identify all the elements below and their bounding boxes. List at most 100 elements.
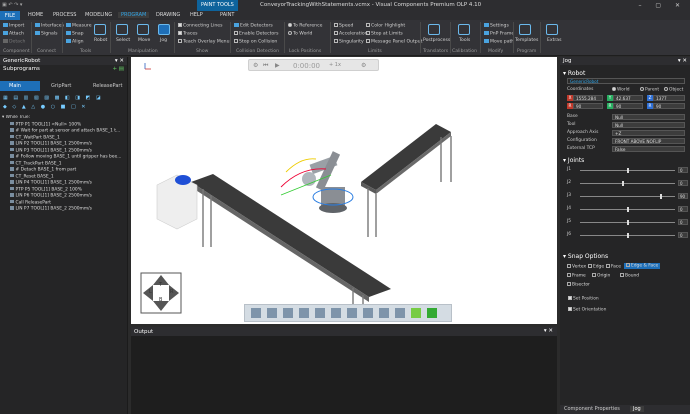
snap-edge-and-face[interactable]: Edge & Face <box>624 263 661 269</box>
compass-right[interactable]: R <box>170 289 173 295</box>
joint-value-field[interactable]: 0 <box>678 167 688 173</box>
tab-jog[interactable]: Jog <box>630 406 644 412</box>
menu-modeling[interactable]: MODELING <box>85 12 112 18</box>
approach-axis-select[interactable]: +Z <box>612 130 685 136</box>
menu-home[interactable]: HOME <box>28 12 43 18</box>
interfaces-button[interactable]: Interfaces <box>35 23 64 29</box>
robot-icon[interactable] <box>94 24 106 35</box>
slider-handle[interactable] <box>626 233 629 238</box>
grid-icon[interactable] <box>395 308 405 318</box>
statement-toolbar[interactable]: ▦ ▤ ▥ ▧ ▨ ▩ ◧ ◨ ◩ ◪ <box>3 95 103 101</box>
snap-origin[interactable]: Origin <box>592 273 610 279</box>
robot-button[interactable]: Robot <box>94 38 107 43</box>
extras-icon[interactable] <box>546 24 558 35</box>
color-highlight-checkbox[interactable]: Color Highlight <box>366 23 405 29</box>
snap-icon[interactable] <box>331 308 341 318</box>
joint-value-field[interactable]: 0 <box>678 219 688 225</box>
joint-slider[interactable] <box>580 194 675 199</box>
object-radio[interactable]: Object <box>664 87 683 93</box>
arc-icon[interactable] <box>251 308 261 318</box>
slider-handle[interactable] <box>626 168 629 173</box>
jog-button[interactable]: Jog <box>160 38 167 43</box>
edit-detectors-button[interactable]: Edit Detectors <box>234 23 273 29</box>
extras-button[interactable]: Extras <box>547 38 562 43</box>
joint-slider[interactable] <box>580 168 675 173</box>
move-icon[interactable] <box>283 308 293 318</box>
to-reference-radio[interactable]: To Reference <box>288 23 322 29</box>
menu-file[interactable]: FILE <box>0 11 20 20</box>
connecting-lines-checkbox[interactable]: Connecting Lines <box>178 23 223 29</box>
align-icon[interactable] <box>347 308 357 318</box>
configuration-select[interactable]: FRONT ABOVE NOFLIP <box>612 138 685 144</box>
tab-component-properties[interactable]: Component Properties <box>564 406 620 412</box>
enable-detectors-checkbox[interactable]: Enable Detectors <box>234 31 279 37</box>
menu-program[interactable]: PROGRAM <box>118 12 150 18</box>
snap-bisector[interactable]: Bisector <box>567 282 590 288</box>
joint-value-field[interactable]: 0 <box>678 206 688 212</box>
rx-field[interactable]: 90 <box>573 103 603 109</box>
compass-bottom[interactable]: B <box>159 297 162 303</box>
joint-value-field[interactable]: 0 <box>678 232 688 238</box>
import-button[interactable]: Import <box>3 23 24 29</box>
snap-frame[interactable]: Frame <box>567 273 586 279</box>
templates-icon[interactable] <box>519 24 531 35</box>
snap-face[interactable]: Face <box>606 264 621 270</box>
link-icon[interactable] <box>363 308 373 318</box>
tools-button[interactable]: Tools <box>459 38 470 43</box>
templates-button[interactable]: Templates <box>515 38 538 43</box>
tab-main[interactable]: Main <box>0 81 40 91</box>
move-path-button[interactable]: Move path <box>484 39 514 45</box>
singularity-checkbox[interactable]: Singularity <box>334 39 364 45</box>
joint-slider[interactable] <box>580 220 675 225</box>
joint-slider[interactable] <box>580 233 675 238</box>
robot-section-title[interactable]: ▾ Robot <box>563 70 585 77</box>
move-icon[interactable] <box>137 24 149 35</box>
menu-paint[interactable]: PAINT <box>220 12 234 18</box>
joint-slider[interactable] <box>580 181 675 186</box>
tab-grippart[interactable]: GripPart <box>42 81 82 91</box>
slider-handle[interactable] <box>626 207 629 212</box>
postprocess-button[interactable]: Postprocess <box>423 38 450 43</box>
jog-icon[interactable] <box>158 24 170 35</box>
menu-drawing[interactable]: DRAWING <box>156 12 180 18</box>
apply-icon[interactable] <box>411 308 421 318</box>
world-radio[interactable]: World <box>612 87 630 93</box>
add-subprogram-icon[interactable]: + ▤ <box>112 66 124 72</box>
base-select[interactable]: Null <box>612 114 685 120</box>
confirm-icon[interactable] <box>427 308 437 318</box>
tab-releasepart[interactable]: ReleasePart <box>84 81 128 91</box>
compass-top[interactable]: T <box>159 282 162 288</box>
target-icon[interactable] <box>299 308 309 318</box>
statement-toolbar-2[interactable]: ◆ ◇ ▲ △ ● ○ ■ □ ✕ <box>3 104 87 110</box>
3d-viewport[interactable]: ⚙ ⏮ ▶ 0:00:00 + 1x ⚙ L T R B <box>131 57 557 324</box>
robot-name-field[interactable]: GenericRobot <box>567 78 685 84</box>
window-controls[interactable]: – ▢ ✕ <box>638 2 686 9</box>
snap-vertex[interactable]: Vertex <box>567 264 586 270</box>
view-compass[interactable]: L T R B <box>139 271 183 315</box>
list-item[interactable]: LIN P7 TOOL[1] BASE_2 2500mm/s <box>0 206 128 213</box>
snap-options-section-title[interactable]: ▾ Snap Options <box>563 253 608 260</box>
menu-process[interactable]: PROCESS <box>53 12 76 18</box>
parent-radio[interactable]: Parent <box>640 87 659 93</box>
settings-button[interactable]: Settings <box>484 23 509 29</box>
to-world-radio[interactable]: To World <box>288 31 312 37</box>
postprocess-icon[interactable] <box>428 24 440 35</box>
close-icon[interactable]: ▾ ✕ <box>544 328 553 334</box>
select-icon[interactable] <box>116 24 128 35</box>
snap-bound[interactable]: Bound <box>620 273 639 279</box>
joint-value-field[interactable]: 90 <box>678 193 688 199</box>
tools-icon[interactable] <box>458 24 470 35</box>
teach-overlay-checkbox[interactable]: Teach Overlay Menu <box>178 39 230 45</box>
align-button[interactable]: Align <box>66 39 84 45</box>
y-field[interactable]: 42.637 <box>613 95 643 101</box>
stop-on-collision-checkbox[interactable]: Stop on Collision <box>234 39 277 45</box>
joint-value-field[interactable]: 0 <box>678 180 688 186</box>
slider-handle[interactable] <box>621 181 624 186</box>
set-position-checkbox[interactable]: Set Position <box>568 296 599 302</box>
x-field[interactable]: 1555.284 <box>573 95 603 101</box>
measure-button[interactable]: Measure <box>66 23 92 29</box>
frame-icon[interactable] <box>267 308 277 318</box>
quick-access-toolbar[interactable]: ▣ ↶ ↷ ▾ <box>2 2 22 8</box>
acceleration-checkbox[interactable]: Acceleration <box>334 31 368 37</box>
close-icon[interactable]: ▾ ✕ <box>678 58 687 64</box>
